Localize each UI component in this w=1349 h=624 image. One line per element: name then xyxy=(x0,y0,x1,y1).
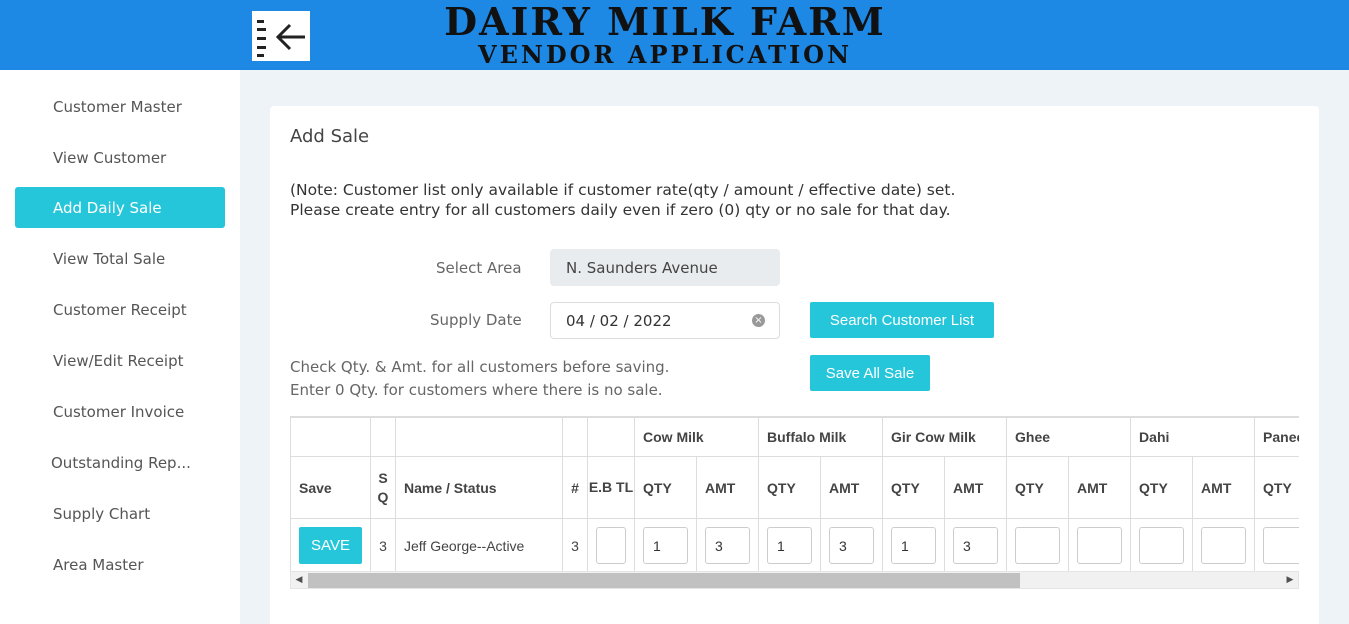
sidebar-item-customer-invoice[interactable]: Customer Invoice xyxy=(15,391,225,432)
table-row: SAVE 3 Jeff George--Active 3 1 3 1 3 1 3 xyxy=(290,518,1299,573)
horizontal-scrollbar[interactable]: ◀ ▶ xyxy=(290,571,1299,589)
header-qty: QTY xyxy=(1006,456,1070,519)
header-name-status: Name / Status xyxy=(395,456,563,519)
header-empty xyxy=(290,417,371,457)
scrollbar-thumb[interactable] xyxy=(308,573,1020,588)
gir-cow-milk-amt-input[interactable]: 3 xyxy=(953,527,999,564)
ebtl-input[interactable] xyxy=(596,527,626,564)
header-empty xyxy=(370,417,396,457)
header-buffalo-milk: Buffalo Milk xyxy=(758,417,884,457)
supply-date-label: Supply Date xyxy=(430,311,522,329)
app-title: DAIRY MILK FARM xyxy=(444,0,886,44)
row-name-status: Jeff George--Active xyxy=(395,518,563,573)
sidebar-item-view-total-sale[interactable]: View Total Sale xyxy=(15,238,225,279)
header-save: Save xyxy=(290,456,371,519)
hint-line-2: Enter 0 Qty. for customers where there i… xyxy=(290,381,663,399)
select-area-label: Select Area xyxy=(436,259,522,277)
clear-icon[interactable]: × xyxy=(752,314,765,327)
header-amt: AMT xyxy=(820,456,884,519)
gir-cow-milk-qty-input[interactable]: 1 xyxy=(891,527,937,564)
sidebar-item-area-master[interactable]: Area Master xyxy=(15,544,225,585)
note-text: (Note: Customer list only available if c… xyxy=(290,180,955,220)
page-title: Add Sale xyxy=(290,126,370,147)
sidebar-item-view-edit-receipt[interactable]: View/Edit Receipt xyxy=(15,340,225,381)
header-amt: AMT xyxy=(1068,456,1132,519)
row-sq: 3 xyxy=(370,518,396,573)
header-num: # xyxy=(562,456,588,519)
scroll-right-arrow-icon[interactable]: ▶ xyxy=(1283,573,1297,588)
cow-milk-amt-input[interactable]: 3 xyxy=(705,527,750,564)
header-qty: QTY xyxy=(758,456,822,519)
ghee-qty-input[interactable] xyxy=(1015,527,1061,564)
sidebar-item-supply-chart[interactable]: Supply Chart xyxy=(15,493,225,534)
search-customer-list-button[interactable]: Search Customer List xyxy=(810,302,994,338)
dahi-amt-input[interactable] xyxy=(1201,527,1247,564)
buffalo-milk-qty-input[interactable]: 1 xyxy=(767,527,813,564)
cow-milk-qty-input[interactable]: 1 xyxy=(643,527,688,564)
dahi-qty-input[interactable] xyxy=(1139,527,1185,564)
header-dahi: Dahi xyxy=(1130,417,1256,457)
area-select[interactable]: N. Saunders Avenue xyxy=(550,249,780,286)
sale-table-container: Cow Milk Buffalo Milk Gir Cow Milk Ghee … xyxy=(290,416,1299,589)
header-empty xyxy=(395,417,563,457)
hint-text: Check Qty. & Amt. for all customers befo… xyxy=(290,356,669,402)
header-qty: QTY xyxy=(1254,456,1299,519)
brand: DAIRY MILK FARM VENDOR APPLICATION xyxy=(400,2,930,68)
buffalo-milk-amt-input[interactable]: 3 xyxy=(829,527,875,564)
save-all-sale-button[interactable]: Save All Sale xyxy=(810,355,930,391)
ghee-amt-input[interactable] xyxy=(1077,527,1123,564)
header-amt: AMT xyxy=(944,456,1008,519)
sidebar: Customer Master View Customer Add Daily … xyxy=(0,70,240,624)
sidebar-item-add-daily-sale[interactable]: Add Daily Sale xyxy=(15,187,225,228)
table-column-header-row: Save S Q Name / Status # E.B TL QTY AMT … xyxy=(290,456,1299,519)
sidebar-item-view-customer[interactable]: View Customer xyxy=(15,137,225,178)
header-paneer: Paneer xyxy=(1254,417,1299,457)
header-amt: AMT xyxy=(1192,456,1256,519)
note-line-1: (Note: Customer list only available if c… xyxy=(290,181,956,199)
header-sq: S Q xyxy=(370,456,396,519)
sidebar-item-customer-receipt[interactable]: Customer Receipt xyxy=(15,289,225,330)
paneer-qty-input[interactable] xyxy=(1263,527,1299,564)
header-qty: QTY xyxy=(634,456,697,519)
table-product-header-row: Cow Milk Buffalo Milk Gir Cow Milk Ghee … xyxy=(290,417,1299,457)
header-empty xyxy=(587,417,635,457)
header-gir-cow-milk: Gir Cow Milk xyxy=(882,417,1008,457)
app-subtitle: VENDOR APPLICATION xyxy=(477,40,853,69)
menu-collapse-arrow-icon xyxy=(257,20,305,57)
sale-table: Cow Milk Buffalo Milk Gir Cow Milk Ghee … xyxy=(290,417,1299,573)
sidebar-item-outstanding-report[interactable]: Outstanding Rep... xyxy=(15,442,225,483)
supply-date-input[interactable]: 04 / 02 / 2022 × xyxy=(550,302,780,339)
header-ebtl: E.B TL xyxy=(587,456,635,519)
header-ghee: Ghee xyxy=(1006,417,1132,457)
top-bar: DAIRY MILK FARM VENDOR APPLICATION xyxy=(0,0,1349,70)
supply-date-value: 04 / 02 / 2022 xyxy=(566,311,672,330)
header-qty: QTY xyxy=(882,456,946,519)
sidebar-item-customer-master[interactable]: Customer Master xyxy=(15,86,225,127)
row-save-button[interactable]: SAVE xyxy=(299,527,362,564)
note-line-2: Please create entry for all customers da… xyxy=(290,201,951,219)
row-num: 3 xyxy=(562,518,588,573)
header-cow-milk: Cow Milk xyxy=(633,417,760,457)
scroll-left-arrow-icon[interactable]: ◀ xyxy=(292,573,306,588)
menu-collapse-button[interactable] xyxy=(252,11,310,61)
header-empty xyxy=(562,417,588,457)
add-sale-card: Add Sale (Note: Customer list only avail… xyxy=(270,106,1319,624)
header-amt: AMT xyxy=(695,456,760,519)
header-qty: QTY xyxy=(1130,456,1194,519)
hint-line-1: Check Qty. & Amt. for all customers befo… xyxy=(290,358,670,376)
